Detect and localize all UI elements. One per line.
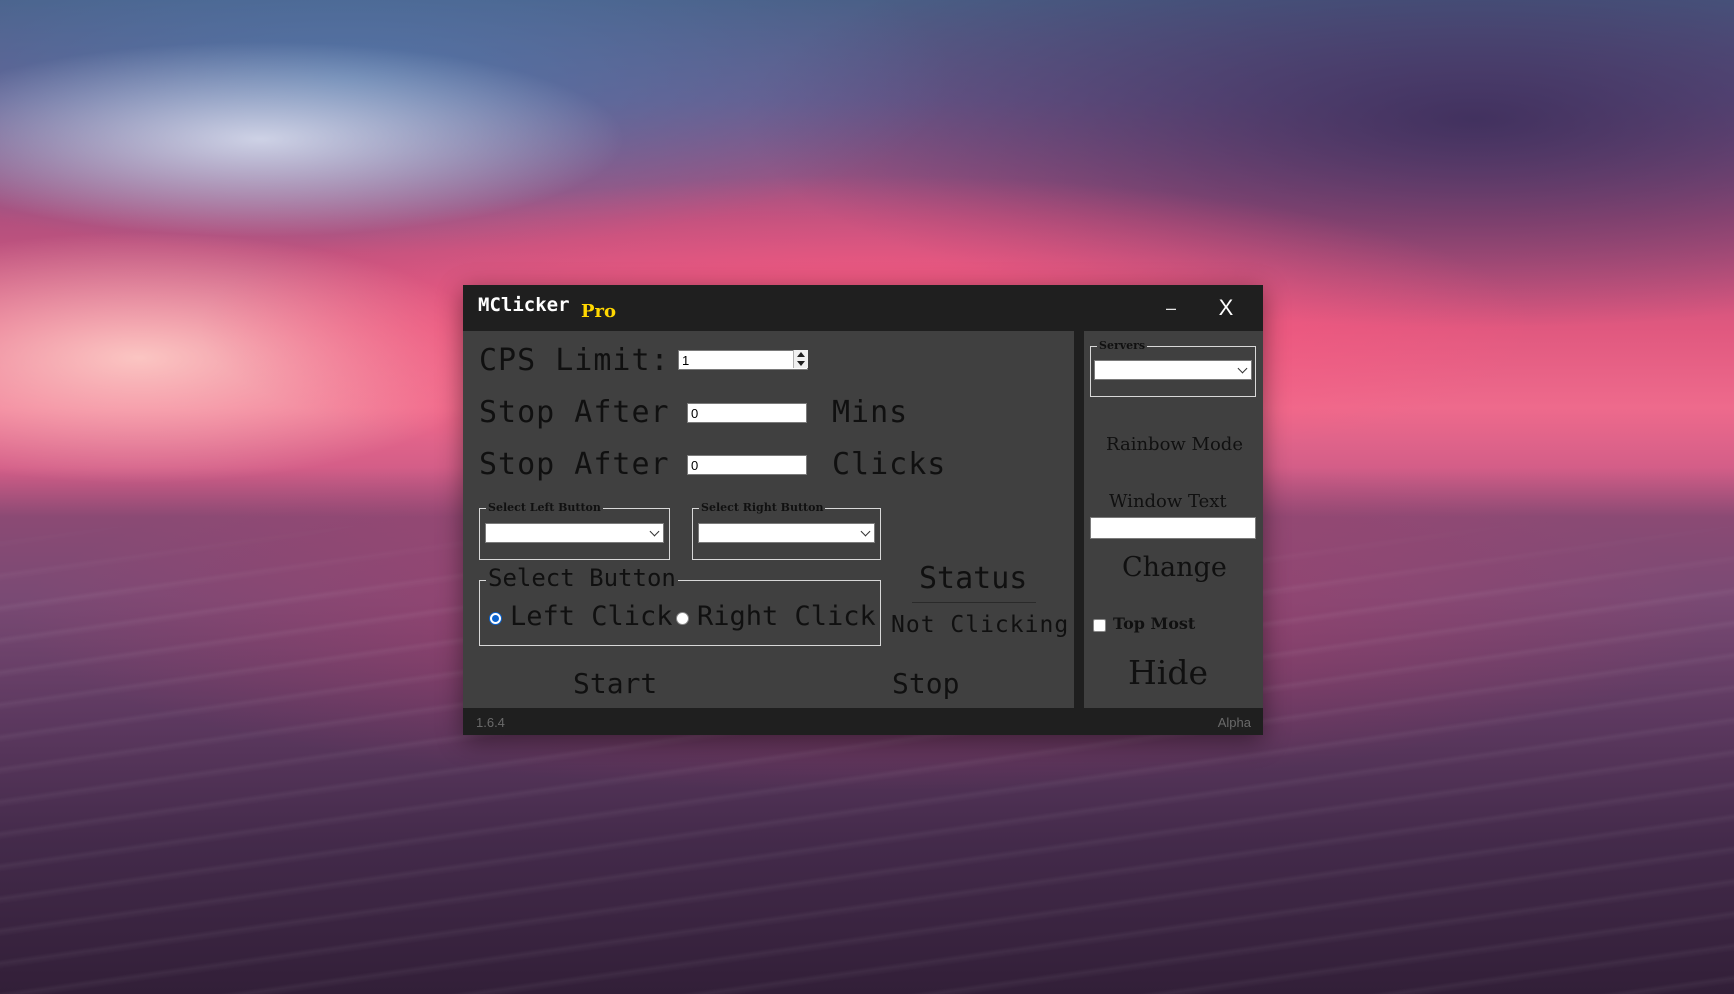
app-title: MClicker	[478, 294, 570, 316]
chevron-down-icon[interactable]	[1237, 363, 1248, 374]
stop-button[interactable]: Stop	[892, 667, 959, 700]
left-button-select[interactable]	[485, 523, 664, 543]
window-text-input[interactable]	[1090, 517, 1256, 539]
close-button[interactable]: X	[1211, 293, 1241, 323]
chevron-down-icon[interactable]	[860, 526, 871, 537]
top-most-checkbox[interactable]	[1093, 619, 1106, 632]
status-divider	[912, 602, 1036, 603]
app-edition-badge: Pro	[581, 301, 617, 322]
spin-down-icon[interactable]	[797, 361, 805, 366]
mins-unit-label: Mins	[832, 395, 909, 430]
stop-after-mins-label: Stop After	[479, 395, 670, 430]
window-text-label: Window Text	[1109, 491, 1227, 512]
cps-limit-stepper[interactable]	[678, 350, 808, 370]
status-value: Not Clicking	[891, 612, 1070, 638]
top-most-label[interactable]: Top Most	[1113, 614, 1195, 633]
stop-after-clicks-label: Stop After	[479, 447, 670, 482]
left-button-group-title: Select Left Button	[486, 501, 603, 514]
title-bar[interactable]: MClicker Pro – X	[463, 285, 1263, 331]
start-button[interactable]: Start	[573, 667, 657, 700]
left-click-label[interactable]: Left Click	[510, 601, 673, 632]
app-window: MClicker Pro – X CPS Limit: Stop After M…	[463, 285, 1263, 735]
status-title: Status	[919, 561, 1028, 596]
side-panel: Servers Rainbow Mode Window Text Change …	[1084, 331, 1263, 708]
chevron-down-icon[interactable]	[649, 526, 660, 537]
version-label: 1.6.4	[476, 715, 505, 730]
servers-group-title: Servers	[1097, 339, 1148, 352]
stop-after-clicks-input[interactable]	[687, 455, 807, 475]
cps-limit-input[interactable]	[678, 350, 808, 370]
cps-limit-label: CPS Limit:	[479, 343, 670, 378]
release-stage-label: Alpha	[1217, 715, 1251, 730]
spin-up-icon[interactable]	[797, 352, 805, 357]
right-click-radio[interactable]	[676, 612, 689, 625]
left-click-radio[interactable]	[489, 612, 502, 625]
right-click-label[interactable]: Right Click	[697, 601, 876, 632]
select-button-group-title: Select Button	[486, 564, 678, 592]
cps-spin-buttons[interactable]	[793, 350, 808, 368]
right-button-select[interactable]	[698, 523, 875, 543]
servers-group: Servers	[1090, 339, 1256, 397]
main-panel: CPS Limit: Stop After Mins Stop After Cl…	[463, 331, 1074, 708]
status-bar: 1.6.4 Alpha	[463, 708, 1263, 735]
minimize-button[interactable]: –	[1155, 295, 1187, 321]
change-button[interactable]: Change	[1122, 552, 1227, 583]
clicks-unit-label: Clicks	[832, 447, 947, 482]
servers-select[interactable]	[1094, 360, 1252, 380]
hide-button[interactable]: Hide	[1128, 653, 1208, 692]
select-button-group: Select Button Left Click Right Click	[479, 564, 881, 646]
left-button-group: Select Left Button	[479, 501, 670, 560]
right-button-group-title: Select Right Button	[699, 501, 826, 514]
stop-after-mins-input[interactable]	[687, 403, 807, 423]
rainbow-mode-button[interactable]: Rainbow Mode	[1106, 434, 1243, 455]
right-button-group: Select Right Button	[692, 501, 881, 560]
